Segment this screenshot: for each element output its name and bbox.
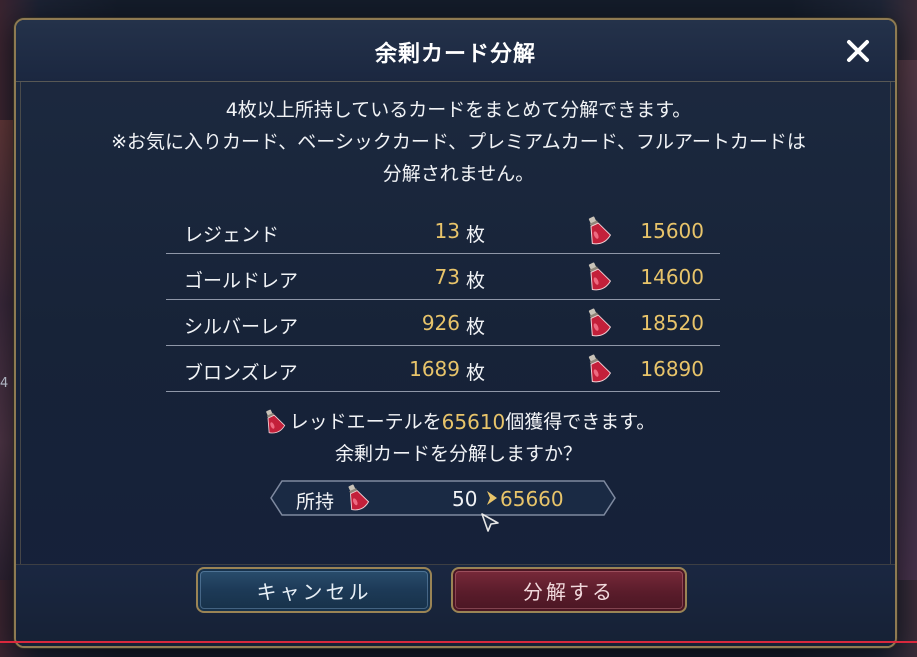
dialog-description: 4枚以上所持しているカードをまとめて分解できます。 ※お気に入りカード、ベーシッ… bbox=[0, 94, 917, 190]
red-ether-potion-icon bbox=[588, 354, 612, 383]
red-ether-potion-icon bbox=[588, 216, 612, 245]
ether-value: 18520 bbox=[640, 311, 704, 335]
ether-value: 16890 bbox=[640, 357, 704, 381]
bottom-progress-line bbox=[0, 641, 917, 643]
red-ether-potion-icon bbox=[588, 308, 612, 337]
card-count: 926 bbox=[421, 311, 460, 335]
ether-value: 14600 bbox=[640, 265, 704, 289]
dialog-titlebar: 余剰カード分解 bbox=[16, 20, 895, 82]
description-line-1: 4枚以上所持しているカードをまとめて分解できます。 bbox=[225, 99, 692, 121]
ownership-display: 所持 50 65660 bbox=[270, 480, 616, 516]
ownership-current: 50 bbox=[452, 487, 478, 511]
ownership-after: 65660 bbox=[500, 487, 564, 511]
rarity-row: レジェンド 13 枚 15600 bbox=[166, 208, 720, 254]
result-prefix: レッドエーテルを bbox=[289, 411, 442, 433]
card-count: 73 bbox=[434, 265, 460, 289]
card-count: 1689 bbox=[409, 357, 460, 381]
red-ether-potion-icon bbox=[588, 262, 612, 291]
description-line-3: 分解されません。 bbox=[382, 163, 535, 185]
card-count-unit: 枚 bbox=[466, 362, 486, 384]
card-count-unit: 枚 bbox=[466, 270, 486, 292]
red-ether-potion-icon bbox=[265, 409, 285, 434]
rarity-name: シルバーレア bbox=[184, 316, 299, 338]
rarity-row: ゴールドレア 73 枚 14600 bbox=[166, 254, 720, 300]
card-count: 13 bbox=[434, 219, 460, 243]
result-amount: 65610 bbox=[441, 410, 506, 434]
close-button[interactable] bbox=[841, 34, 875, 68]
rarity-name: ブロンズレア bbox=[184, 362, 298, 384]
chevron-right-icon bbox=[487, 491, 497, 505]
disenchant-confirm-button[interactable]: 分解する bbox=[451, 567, 687, 613]
close-icon bbox=[847, 40, 869, 62]
rarity-name: レジェンド bbox=[184, 224, 280, 246]
result-message: レッドエーテルを 65610 個獲得できます。 余剰カードを分解しますか？ bbox=[0, 406, 917, 470]
background-number: 4 bbox=[0, 376, 9, 391]
rarity-table: レジェンド 13 枚 15600 ゴールドレア 73 枚 14600 シルバーレア 926 枚 185… bbox=[166, 208, 720, 392]
result-question: 余剰カードを分解しますか？ bbox=[334, 443, 582, 465]
dialog-title: 余剰カード分解 bbox=[374, 42, 536, 67]
card-count-unit: 枚 bbox=[466, 316, 486, 338]
mouse-cursor-icon bbox=[481, 513, 499, 532]
card-count-unit: 枚 bbox=[466, 224, 486, 246]
ether-value: 15600 bbox=[640, 219, 704, 243]
result-suffix: 個獲得できます。 bbox=[505, 411, 656, 433]
rarity-row: シルバーレア 926 枚 18520 bbox=[166, 300, 720, 346]
result-line-1: レッドエーテルを 65610 個獲得できます。 bbox=[0, 406, 917, 438]
rarity-row: ブロンズレア 1689 枚 16890 bbox=[166, 346, 720, 392]
description-line-2: ※お気に入りカード、ベーシックカード、プレミアムカード、フルアートカードは bbox=[111, 131, 806, 153]
rarity-name: ゴールドレア bbox=[184, 270, 299, 292]
ownership-label: 所持 bbox=[296, 491, 335, 513]
cancel-button[interactable]: キャンセル bbox=[196, 567, 432, 613]
red-ether-potion-icon bbox=[348, 484, 370, 511]
